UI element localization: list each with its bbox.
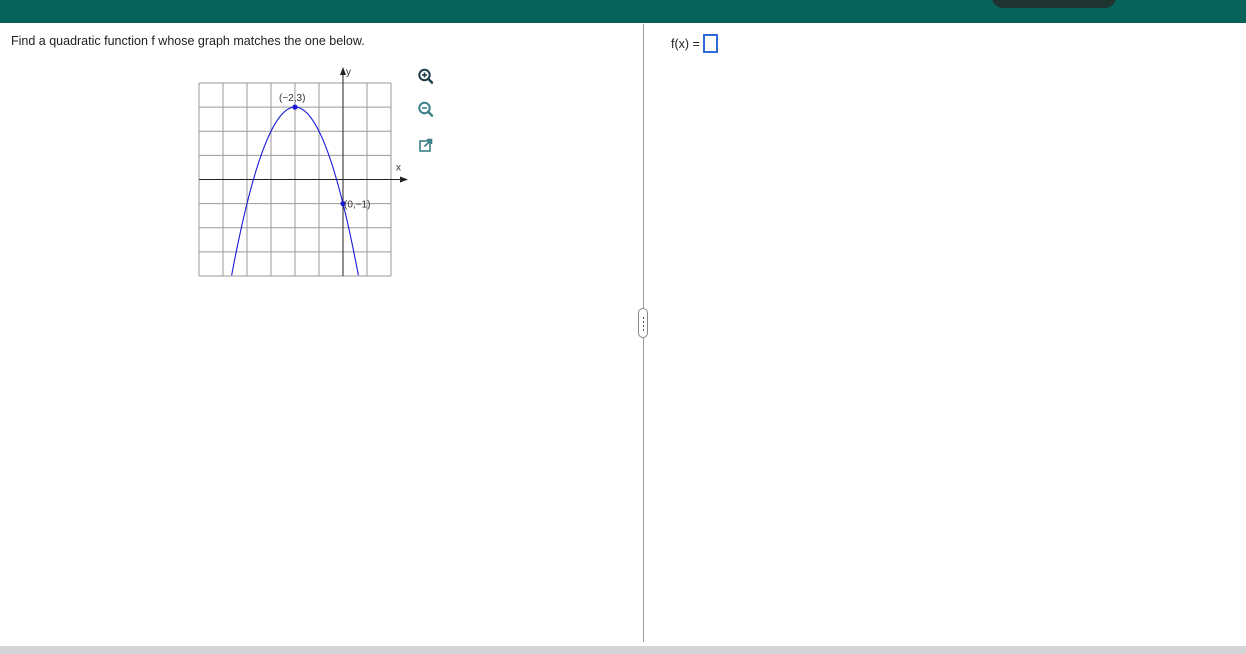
x-axis-label: x <box>396 163 401 174</box>
magnifier-plus-icon <box>418 68 434 84</box>
graph: y x (−2,3) (0,−1) <box>198 67 408 277</box>
bottom-bar <box>0 646 1246 654</box>
popout-icon <box>419 138 433 152</box>
point-label-vertex: (−2,3) <box>279 93 305 104</box>
x-axis-arrow <box>400 176 408 183</box>
popout-button[interactable] <box>415 134 437 156</box>
point-label-y-intercept: (0,−1) <box>344 200 370 211</box>
answer-input[interactable] <box>702 34 718 53</box>
magnifier-minus-icon <box>418 101 434 117</box>
zoom-in-button[interactable] <box>415 66 437 88</box>
top-bar-pill[interactable] <box>992 0 1116 8</box>
y-axis-label: y <box>346 67 351 78</box>
graph-point <box>292 104 298 110</box>
answer-row: f(x) = <box>671 34 718 53</box>
pane-splitter-handle[interactable] <box>638 308 648 338</box>
zoom-out-button[interactable] <box>415 99 437 121</box>
answer-label: f(x) = <box>671 36 700 51</box>
